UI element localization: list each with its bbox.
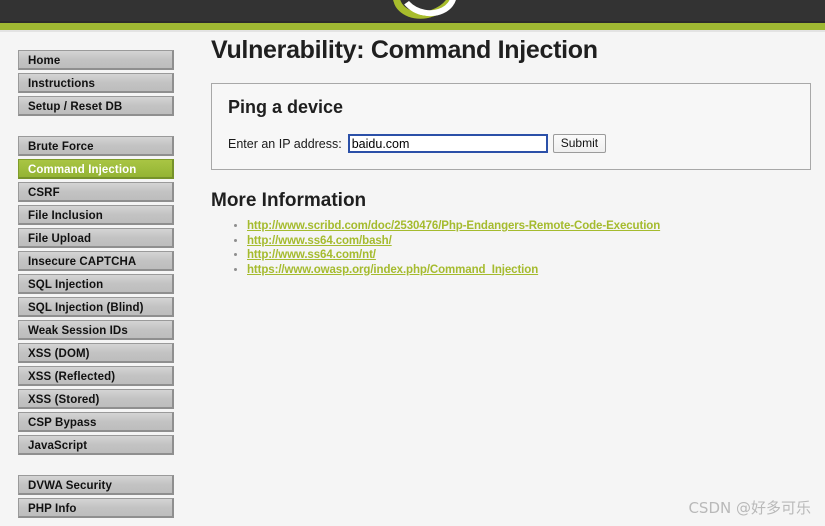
sidebar-group-main: Home Instructions Setup / Reset DB: [18, 50, 174, 116]
list-item: https://www.owasp.org/index.php/Command_…: [247, 264, 811, 278]
sidebar-item-xss-dom[interactable]: XSS (DOM): [18, 343, 174, 363]
sidebar-item-dvwa-security[interactable]: DVWA Security: [18, 475, 174, 495]
submit-button[interactable]: Submit: [552, 134, 607, 153]
reference-link-ss64-bash[interactable]: http://www.ss64.com/bash/: [247, 235, 392, 247]
more-information-links: http://www.scribd.com/doc/2530476/Php-En…: [211, 220, 811, 277]
reference-link-ss64-nt[interactable]: http://www.ss64.com/nt/: [247, 249, 376, 261]
csdn-watermark: CSDN @好多可乐: [688, 499, 811, 517]
list-item: http://www.ss64.com/bash/: [247, 235, 811, 249]
sidebar-item-xss-stored[interactable]: XSS (Stored): [18, 389, 174, 409]
sidebar-item-setup-reset-db[interactable]: Setup / Reset DB: [18, 96, 174, 116]
sidebar-item-sql-injection[interactable]: SQL Injection: [18, 274, 174, 294]
ip-address-input[interactable]: [347, 134, 548, 153]
page-body: Home Instructions Setup / Reset DB Brute…: [0, 32, 825, 526]
panel-title: Ping a device: [228, 97, 344, 117]
sidebar-item-sql-injection-blind[interactable]: SQL Injection (Blind): [18, 297, 174, 317]
sidebar-item-csrf[interactable]: CSRF: [18, 182, 174, 202]
ip-address-label: Enter an IP address:: [228, 136, 342, 151]
reference-link-scribd[interactable]: http://www.scribd.com/doc/2530476/Php-En…: [247, 220, 660, 232]
dvwa-logo: [385, 0, 465, 21]
site-header: [0, 0, 825, 21]
header-accent-stripe: [0, 23, 825, 30]
sidebar-group-vulnerabilities: Brute Force Command Injection CSRF File …: [18, 136, 174, 455]
sidebar-item-file-upload[interactable]: File Upload: [18, 228, 174, 248]
more-information-title: More Information: [211, 190, 367, 211]
sidebar-item-file-inclusion[interactable]: File Inclusion: [18, 205, 174, 225]
sidebar-item-csp-bypass[interactable]: CSP Bypass: [18, 412, 174, 432]
sidebar-item-brute-force[interactable]: Brute Force: [18, 136, 174, 156]
sidebar-item-weak-session-ids[interactable]: Weak Session IDs: [18, 320, 174, 340]
reference-link-owasp[interactable]: https://www.owasp.org/index.php/Command_…: [247, 264, 538, 276]
sidebar-item-home[interactable]: Home: [18, 50, 174, 70]
sidebar-navigation: Home Instructions Setup / Reset DB Brute…: [18, 50, 174, 521]
sidebar-item-instructions[interactable]: Instructions: [18, 73, 174, 93]
sidebar-item-insecure-captcha[interactable]: Insecure CAPTCHA: [18, 251, 174, 271]
sidebar-group-system: DVWA Security PHP Info: [18, 475, 174, 518]
ping-a-device-panel: Ping a device Enter an IP address: Submi…: [211, 83, 811, 170]
list-item: http://www.ss64.com/nt/: [247, 249, 811, 263]
main-content: Vulnerability: Command Injection Ping a …: [211, 36, 811, 278]
sidebar-item-javascript[interactable]: JavaScript: [18, 435, 174, 455]
sidebar-item-xss-reflected[interactable]: XSS (Reflected): [18, 366, 174, 386]
page-title: Vulnerability: Command Injection: [211, 36, 598, 64]
sidebar-item-php-info[interactable]: PHP Info: [18, 498, 174, 518]
ping-form: Enter an IP address: Submit: [228, 134, 794, 153]
sidebar-item-command-injection[interactable]: Command Injection: [18, 159, 174, 179]
list-item: http://www.scribd.com/doc/2530476/Php-En…: [247, 220, 811, 234]
